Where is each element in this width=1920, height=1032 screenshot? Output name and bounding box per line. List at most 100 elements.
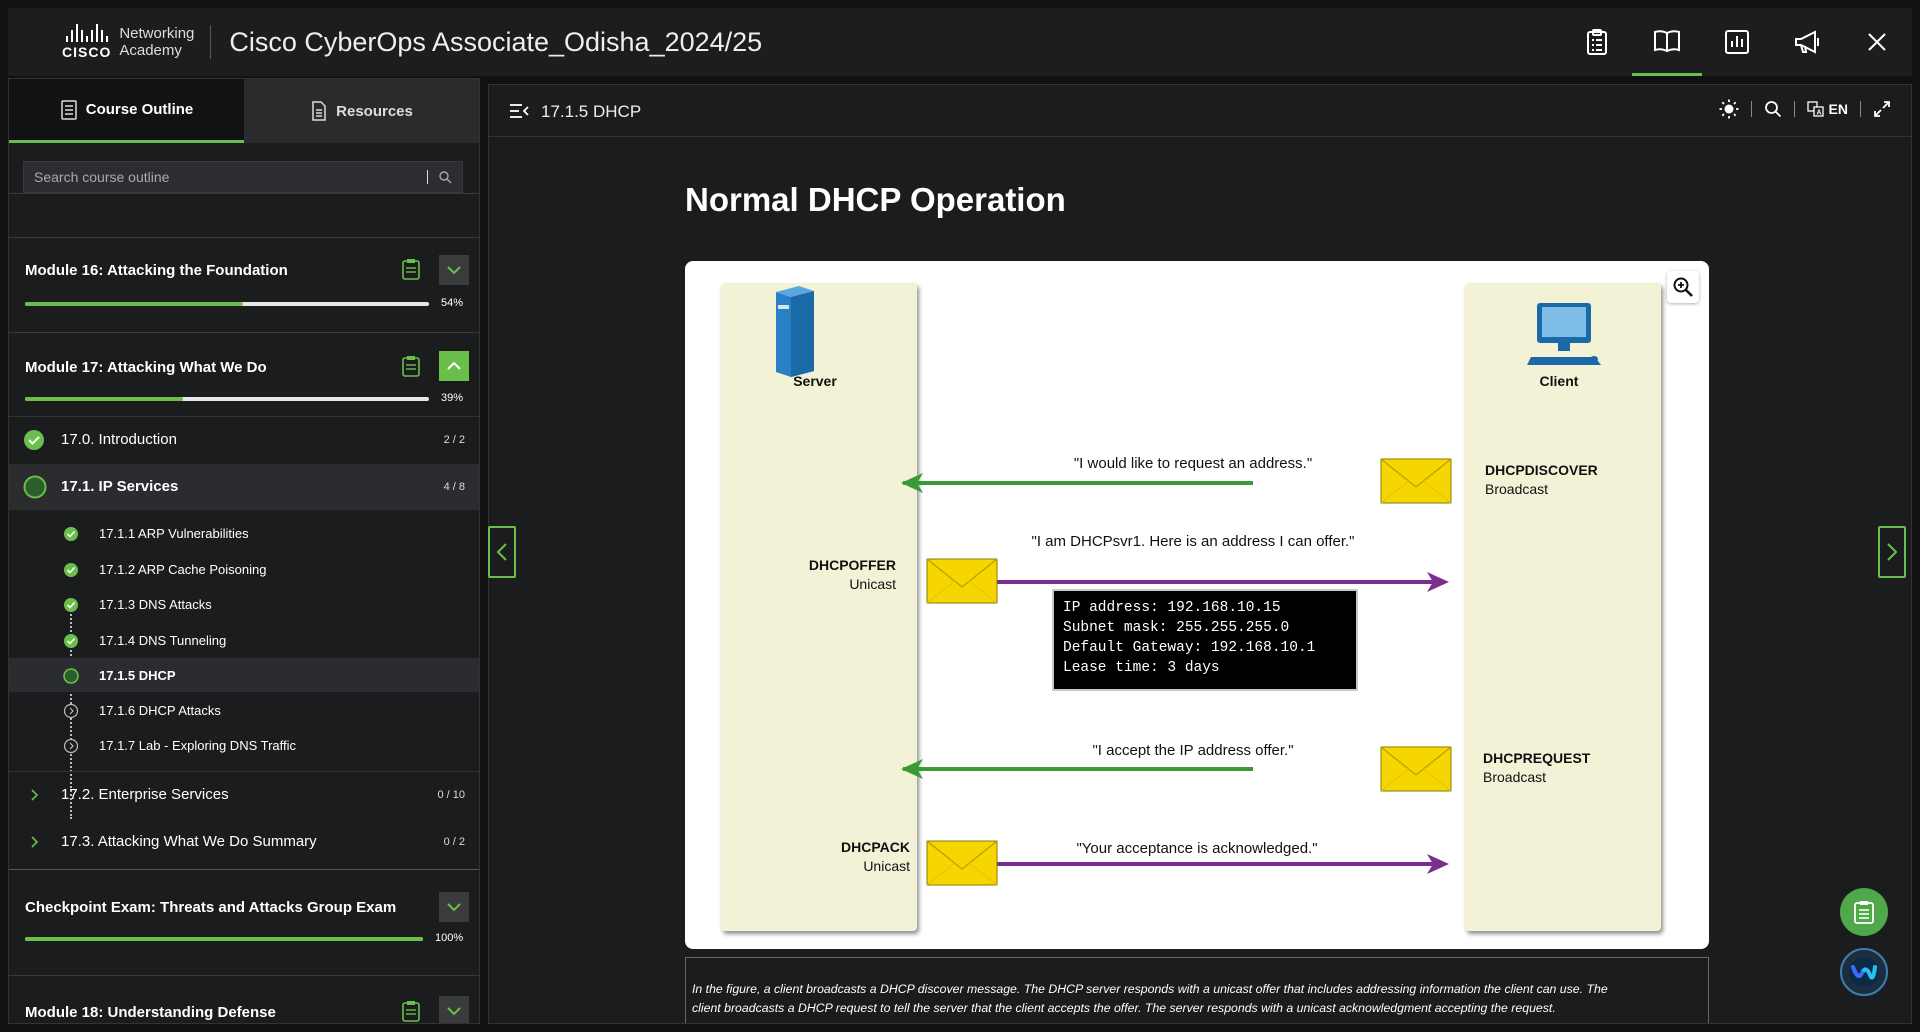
offer-detail-line: Subnet mask: 255.255.255.0 <box>1063 620 1289 636</box>
envelope-icon <box>1380 458 1452 504</box>
module-title: Module 16: Attacking the Foundation <box>25 262 288 279</box>
expand-module-button[interactable] <box>439 892 469 922</box>
chevron-right-icon <box>1887 543 1898 561</box>
module-title: Module 17: Attacking What We Do <box>25 359 267 376</box>
topic-17-1-6[interactable]: 17.1.6 DHCP Attacks <box>9 693 479 727</box>
checkpoint-exam[interactable]: Checkpoint Exam: Threats and Attacks Gro… <box>9 869 479 957</box>
close-button[interactable] <box>1842 8 1912 76</box>
assignments-button[interactable] <box>1562 8 1632 76</box>
translate-icon: A <box>1806 101 1824 117</box>
topic-17-1-7[interactable]: 17.1.7 Lab - Exploring DNS Traffic <box>9 728 479 762</box>
chevron-down-icon <box>447 903 461 912</box>
course-title: Cisco CyberOps Associate_Odisha_2024/25 <box>229 26 763 57</box>
chevron-left-icon <box>496 543 507 561</box>
module-progress-label: 54% <box>441 297 464 309</box>
module-progress-label: 100% <box>435 932 464 944</box>
search-divider <box>427 170 428 184</box>
grades-button[interactable] <box>1702 8 1772 76</box>
header-divider <box>1793 101 1795 117</box>
progress-fill <box>25 397 183 401</box>
svg-text:A: A <box>1816 110 1821 117</box>
tab-resources[interactable]: Resources <box>244 79 479 143</box>
topic-17-1-4[interactable]: 17.1.4 DNS Tunneling <box>9 623 479 657</box>
page-title: Normal DHCP Operation <box>685 181 1066 218</box>
topic-17-1-5[interactable]: 17.1.5 DHCP <box>9 658 479 692</box>
not-started-icon <box>63 738 79 754</box>
course-content-button[interactable] <box>1632 8 1702 76</box>
webex-button[interactable] <box>1840 948 1888 996</box>
collapse-menu-icon[interactable] <box>509 103 529 119</box>
ack-name: DHCPACK <box>841 839 910 855</box>
cisco-bars-icon <box>65 24 108 42</box>
topic-label: 17.1.4 DNS Tunneling <box>99 633 227 648</box>
clipboard-icon[interactable] <box>401 258 421 280</box>
check-circle-icon <box>64 563 78 577</box>
progress-circle-icon <box>23 475 47 499</box>
zoom-button[interactable] <box>1667 271 1699 303</box>
expand-module-button[interactable] <box>439 255 469 285</box>
server-label: Server <box>793 373 837 389</box>
section-17-0[interactable]: 17.0. Introduction 2 / 2 <box>9 416 479 462</box>
client-label: Client <box>1540 373 1579 389</box>
chevron-right-icon <box>31 789 39 801</box>
check-circle-icon <box>24 430 44 450</box>
search-icon[interactable] <box>1764 100 1782 118</box>
expand-icon[interactable] <box>1873 100 1891 118</box>
clipboard-icon <box>1587 29 1607 55</box>
offer-name: DHCPOFFER <box>809 557 896 573</box>
section-count: 0 / 10 <box>437 789 465 801</box>
discover-name: DHCPDISCOVER <box>1485 462 1598 478</box>
content-header: 17.1.5 DHCP A EN <box>489 85 1911 137</box>
ack-quote: "Your acceptance is acknowledged." <box>1076 840 1317 857</box>
book-icon <box>1654 29 1680 52</box>
module-progress-bar <box>25 397 429 401</box>
module-18[interactable]: Module 18: Understanding Defense <box>9 975 479 1023</box>
close-icon <box>1868 33 1886 51</box>
language-button[interactable]: A EN <box>1806 101 1848 117</box>
previous-page-button[interactable] <box>488 526 516 578</box>
envelope-icon <box>926 840 998 886</box>
chevron-up-icon <box>447 361 461 370</box>
server-icon <box>776 286 814 377</box>
topic-17-1-3[interactable]: 17.1.3 DNS Attacks <box>9 587 479 621</box>
request-quote: "I accept the IP address offer." <box>1092 742 1293 759</box>
chevron-down-icon <box>447 266 461 275</box>
request-mode: Broadcast <box>1483 769 1546 785</box>
caption-line: In the figure, a client broadcasts a DHC… <box>692 982 1608 996</box>
check-circle-icon <box>64 634 78 648</box>
current-topic-icon <box>63 668 79 684</box>
search-icon[interactable] <box>438 170 452 184</box>
module-title: Checkpoint Exam: Threats and Attacks Gro… <box>25 899 397 916</box>
ack-mode: Unicast <box>863 858 910 874</box>
progress-fill <box>25 937 423 941</box>
logo-line1: Networking <box>119 25 195 42</box>
tab-course-outline[interactable]: Course Outline <box>9 79 244 143</box>
next-page-button[interactable] <box>1878 526 1906 578</box>
top-bar: CISCO Networking Academy Cisco CyberOps … <box>8 8 1912 76</box>
expand-module-button[interactable] <box>439 996 469 1023</box>
cisco-networking-academy-logo[interactable]: CISCO Networking Academy <box>62 24 194 60</box>
search-input[interactable] <box>34 169 417 185</box>
discover-quote: "I would like to request an address." <box>1074 455 1312 472</box>
topic-label: 17.1.3 DNS Attacks <box>99 597 212 612</box>
section-17-2[interactable]: 17.2. Enterprise Services 0 / 10 <box>9 771 479 817</box>
module-title: Module 18: Understanding Defense <box>25 1004 276 1021</box>
clipboard-icon[interactable] <box>401 355 421 377</box>
module-progress-label: 39% <box>441 392 464 404</box>
topic-17-1-1[interactable]: 17.1.1 ARP Vulnerabilities <box>9 516 479 550</box>
clipboard-icon[interactable] <box>401 1000 421 1022</box>
discover-mode: Broadcast <box>1485 481 1548 497</box>
logo-line2: Academy <box>119 42 182 59</box>
module-17[interactable]: Module 17: Attacking What We Do 39% <box>9 332 479 412</box>
announcements-button[interactable] <box>1772 8 1842 76</box>
collapse-module-button[interactable] <box>439 351 469 381</box>
brightness-icon[interactable] <box>1719 99 1739 119</box>
title-divider <box>210 25 212 59</box>
section-17-3[interactable]: 17.3. Attacking What We Do Summary 0 / 2 <box>9 819 479 865</box>
module-16[interactable]: Module 16: Attacking the Foundation 54% <box>9 237 479 315</box>
topic-17-1-2[interactable]: 17.1.2 ARP Cache Poisoning <box>9 552 479 586</box>
section-label: 17.2. Enterprise Services <box>61 786 229 803</box>
section-count: 0 / 2 <box>443 836 465 848</box>
quick-assignments-button[interactable] <box>1840 888 1888 936</box>
section-17-1[interactable]: 17.1. IP Services 4 / 8 <box>9 464 479 510</box>
